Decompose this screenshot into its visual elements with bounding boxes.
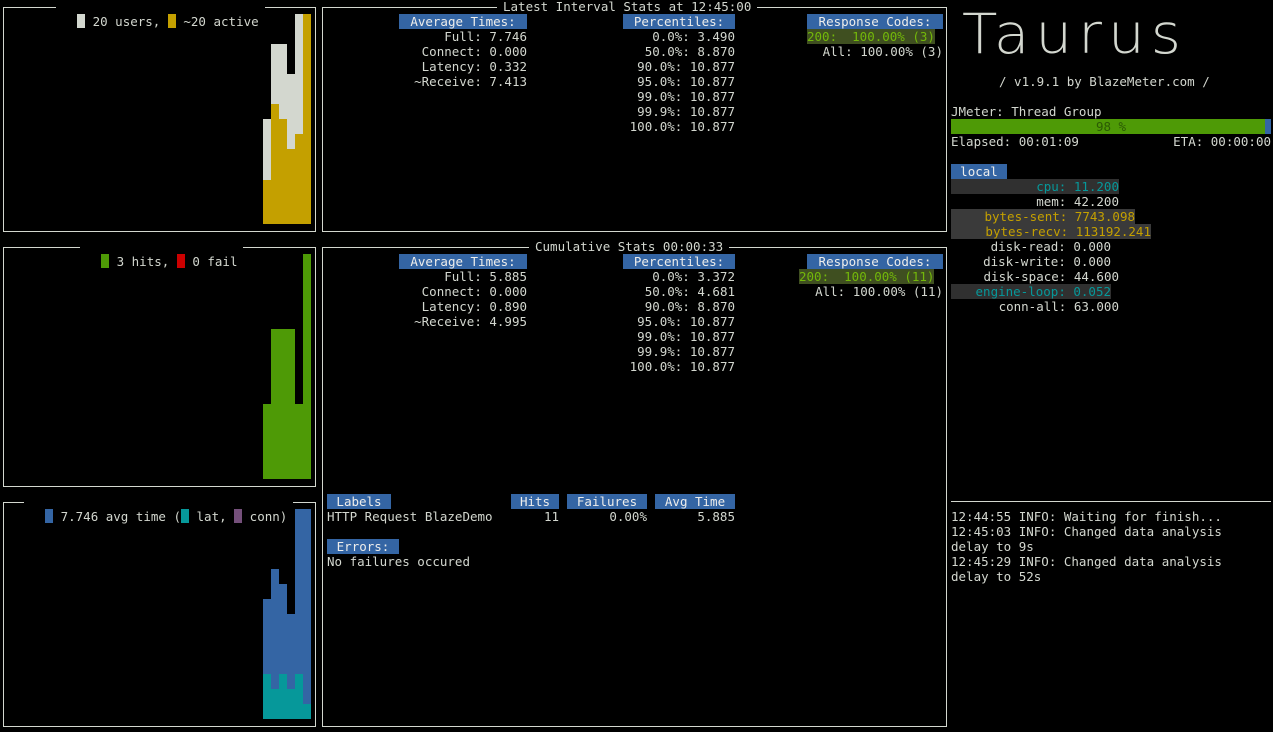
interval-avg-header: Average Times: bbox=[399, 14, 527, 29]
active-bar bbox=[263, 180, 271, 224]
interval-rc-200: 200: 100.00% (3) bbox=[807, 29, 935, 44]
progress-bar: 98 % bbox=[951, 119, 1271, 134]
log-line: delay to 9s bbox=[951, 539, 1034, 554]
avg-time-column-header: Avg Time bbox=[655, 494, 735, 509]
interval-pct-row: 0.0%: 3.490 bbox=[652, 29, 735, 44]
executor-label: JMeter: Thread Group bbox=[951, 104, 1102, 119]
taurus-logo: Taurus bbox=[962, 1, 1187, 67]
active-bar bbox=[279, 119, 287, 224]
cumulative-pct-row: 0.0%: 3.372 bbox=[652, 269, 735, 284]
cumulative-pct-row: 90.0%: 8.870 bbox=[644, 299, 735, 314]
table-row-avg-time: 5.885 bbox=[697, 509, 735, 524]
cumulative-pct-row: 99.0%: 10.877 bbox=[637, 329, 735, 344]
progress-text: 98 % bbox=[1095, 119, 1127, 134]
interval-stats-title: Latest Interval Stats at 12:45:00 bbox=[497, 0, 758, 14]
cumulative-pct-header: Percentiles: bbox=[623, 254, 735, 269]
failures-column-header: Failures bbox=[567, 494, 647, 509]
lat-bar bbox=[263, 674, 271, 719]
interval-pct-row: 99.9%: 10.877 bbox=[637, 104, 735, 119]
lat-bar bbox=[279, 674, 287, 719]
metric-mem: mem: 42.200 bbox=[1036, 194, 1119, 209]
metric-cpu: cpu: 11.200 bbox=[951, 179, 1119, 194]
interval-rc-all: All: 100.00% (3) bbox=[822, 44, 943, 59]
interval-avg-full: Full: 7.746 bbox=[444, 29, 527, 44]
log-line: 12:45:29 INFO: Changed data analysis bbox=[951, 554, 1222, 569]
table-row-label: HTTP Request BlazeDemo bbox=[327, 509, 493, 524]
cumulative-pct-row: 100.0%: 10.877 bbox=[629, 359, 735, 374]
lat-bar bbox=[303, 704, 311, 719]
hits-bar bbox=[263, 404, 271, 479]
metric-disk-read: disk-read: 0.000 bbox=[990, 239, 1111, 254]
active-bar bbox=[271, 104, 279, 224]
interval-avg-latency: Latency: 0.332 bbox=[421, 59, 527, 74]
active-bar bbox=[303, 14, 311, 224]
time-graph-area bbox=[4, 509, 314, 719]
log-line: delay to 52s bbox=[951, 569, 1042, 584]
log-line: 12:44:55 INFO: Waiting for finish... bbox=[951, 509, 1222, 524]
interval-avg-receive: ~Receive: 7.413 bbox=[414, 74, 527, 89]
elapsed-text: Elapsed: 00:01:09 bbox=[951, 134, 1079, 149]
metric-disk-space: disk-space: 44.600 bbox=[983, 269, 1119, 284]
metric-bytes-sent: bytes-sent: 7743.098 bbox=[951, 209, 1135, 224]
cumulative-rc-header: Response Codes: bbox=[807, 254, 943, 269]
metric-conn-all: conn-all: 63.000 bbox=[998, 299, 1119, 314]
metric-engine-loop: engine-loop: 0.052 bbox=[951, 284, 1111, 299]
hits-column-header: Hits bbox=[511, 494, 559, 509]
hits-bar bbox=[303, 254, 311, 479]
active-bar bbox=[295, 134, 303, 224]
interval-pct-row: 95.0%: 10.877 bbox=[637, 74, 735, 89]
lat-bar bbox=[287, 689, 295, 719]
interval-pct-header: Percentiles: bbox=[623, 14, 735, 29]
cumulative-avg-latency: Latency: 0.890 bbox=[421, 299, 527, 314]
cumulative-pct-row: 99.9%: 10.877 bbox=[637, 344, 735, 359]
errors-header: Errors: bbox=[327, 539, 399, 554]
interval-rc-header: Response Codes: bbox=[807, 14, 943, 29]
metric-bytes-recv: bytes-recv: 113192.241 bbox=[951, 224, 1151, 239]
interval-avg-connect: Connect: 0.000 bbox=[421, 44, 527, 59]
interval-pct-row: 99.0%: 10.877 bbox=[637, 89, 735, 104]
cumulative-avg-header: Average Times: bbox=[399, 254, 527, 269]
hits-graph-area bbox=[4, 254, 314, 479]
local-header: local bbox=[951, 164, 1007, 179]
version-text: / v1.9.1 by BlazeMeter.com / bbox=[999, 74, 1210, 89]
interval-pct-row: 90.0%: 10.877 bbox=[637, 59, 735, 74]
log-divider bbox=[951, 501, 1271, 502]
users-graph-area bbox=[4, 14, 314, 224]
labels-column-header: Labels bbox=[327, 494, 391, 509]
lat-bar bbox=[271, 689, 279, 719]
errors-text: No failures occured bbox=[327, 554, 470, 569]
metric-disk-write: disk-write: 0.000 bbox=[983, 254, 1111, 269]
cumulative-avg-full: Full: 5.885 bbox=[444, 269, 527, 284]
log-line: 12:45:03 INFO: Changed data analysis bbox=[951, 524, 1222, 539]
table-row-failures: 0.00% bbox=[609, 509, 647, 524]
cumulative-avg-receive: ~Receive: 4.995 bbox=[414, 314, 527, 329]
cumulative-pct-row: 95.0%: 10.877 bbox=[637, 314, 735, 329]
cumulative-rc-all: All: 100.00% (11) bbox=[815, 284, 943, 299]
lat-bar bbox=[295, 674, 303, 719]
table-row-hits: 11 bbox=[543, 509, 559, 524]
eta-text: ETA: 00:00:00 bbox=[1173, 134, 1271, 149]
cumulative-avg-connect: Connect: 0.000 bbox=[421, 284, 527, 299]
hits-bar bbox=[295, 404, 303, 479]
cumulative-rc-200: 200: 100.00% (11) bbox=[799, 269, 935, 284]
cumulative-pct-row: 50.0%: 4.681 bbox=[644, 284, 735, 299]
hits-bar bbox=[271, 329, 295, 479]
interval-pct-row: 100.0%: 10.877 bbox=[629, 119, 735, 134]
interval-pct-row: 50.0%: 8.870 bbox=[644, 44, 735, 59]
cumulative-stats-title: Cumulative Stats 00:00:33 bbox=[529, 239, 730, 254]
active-bar bbox=[287, 149, 295, 224]
